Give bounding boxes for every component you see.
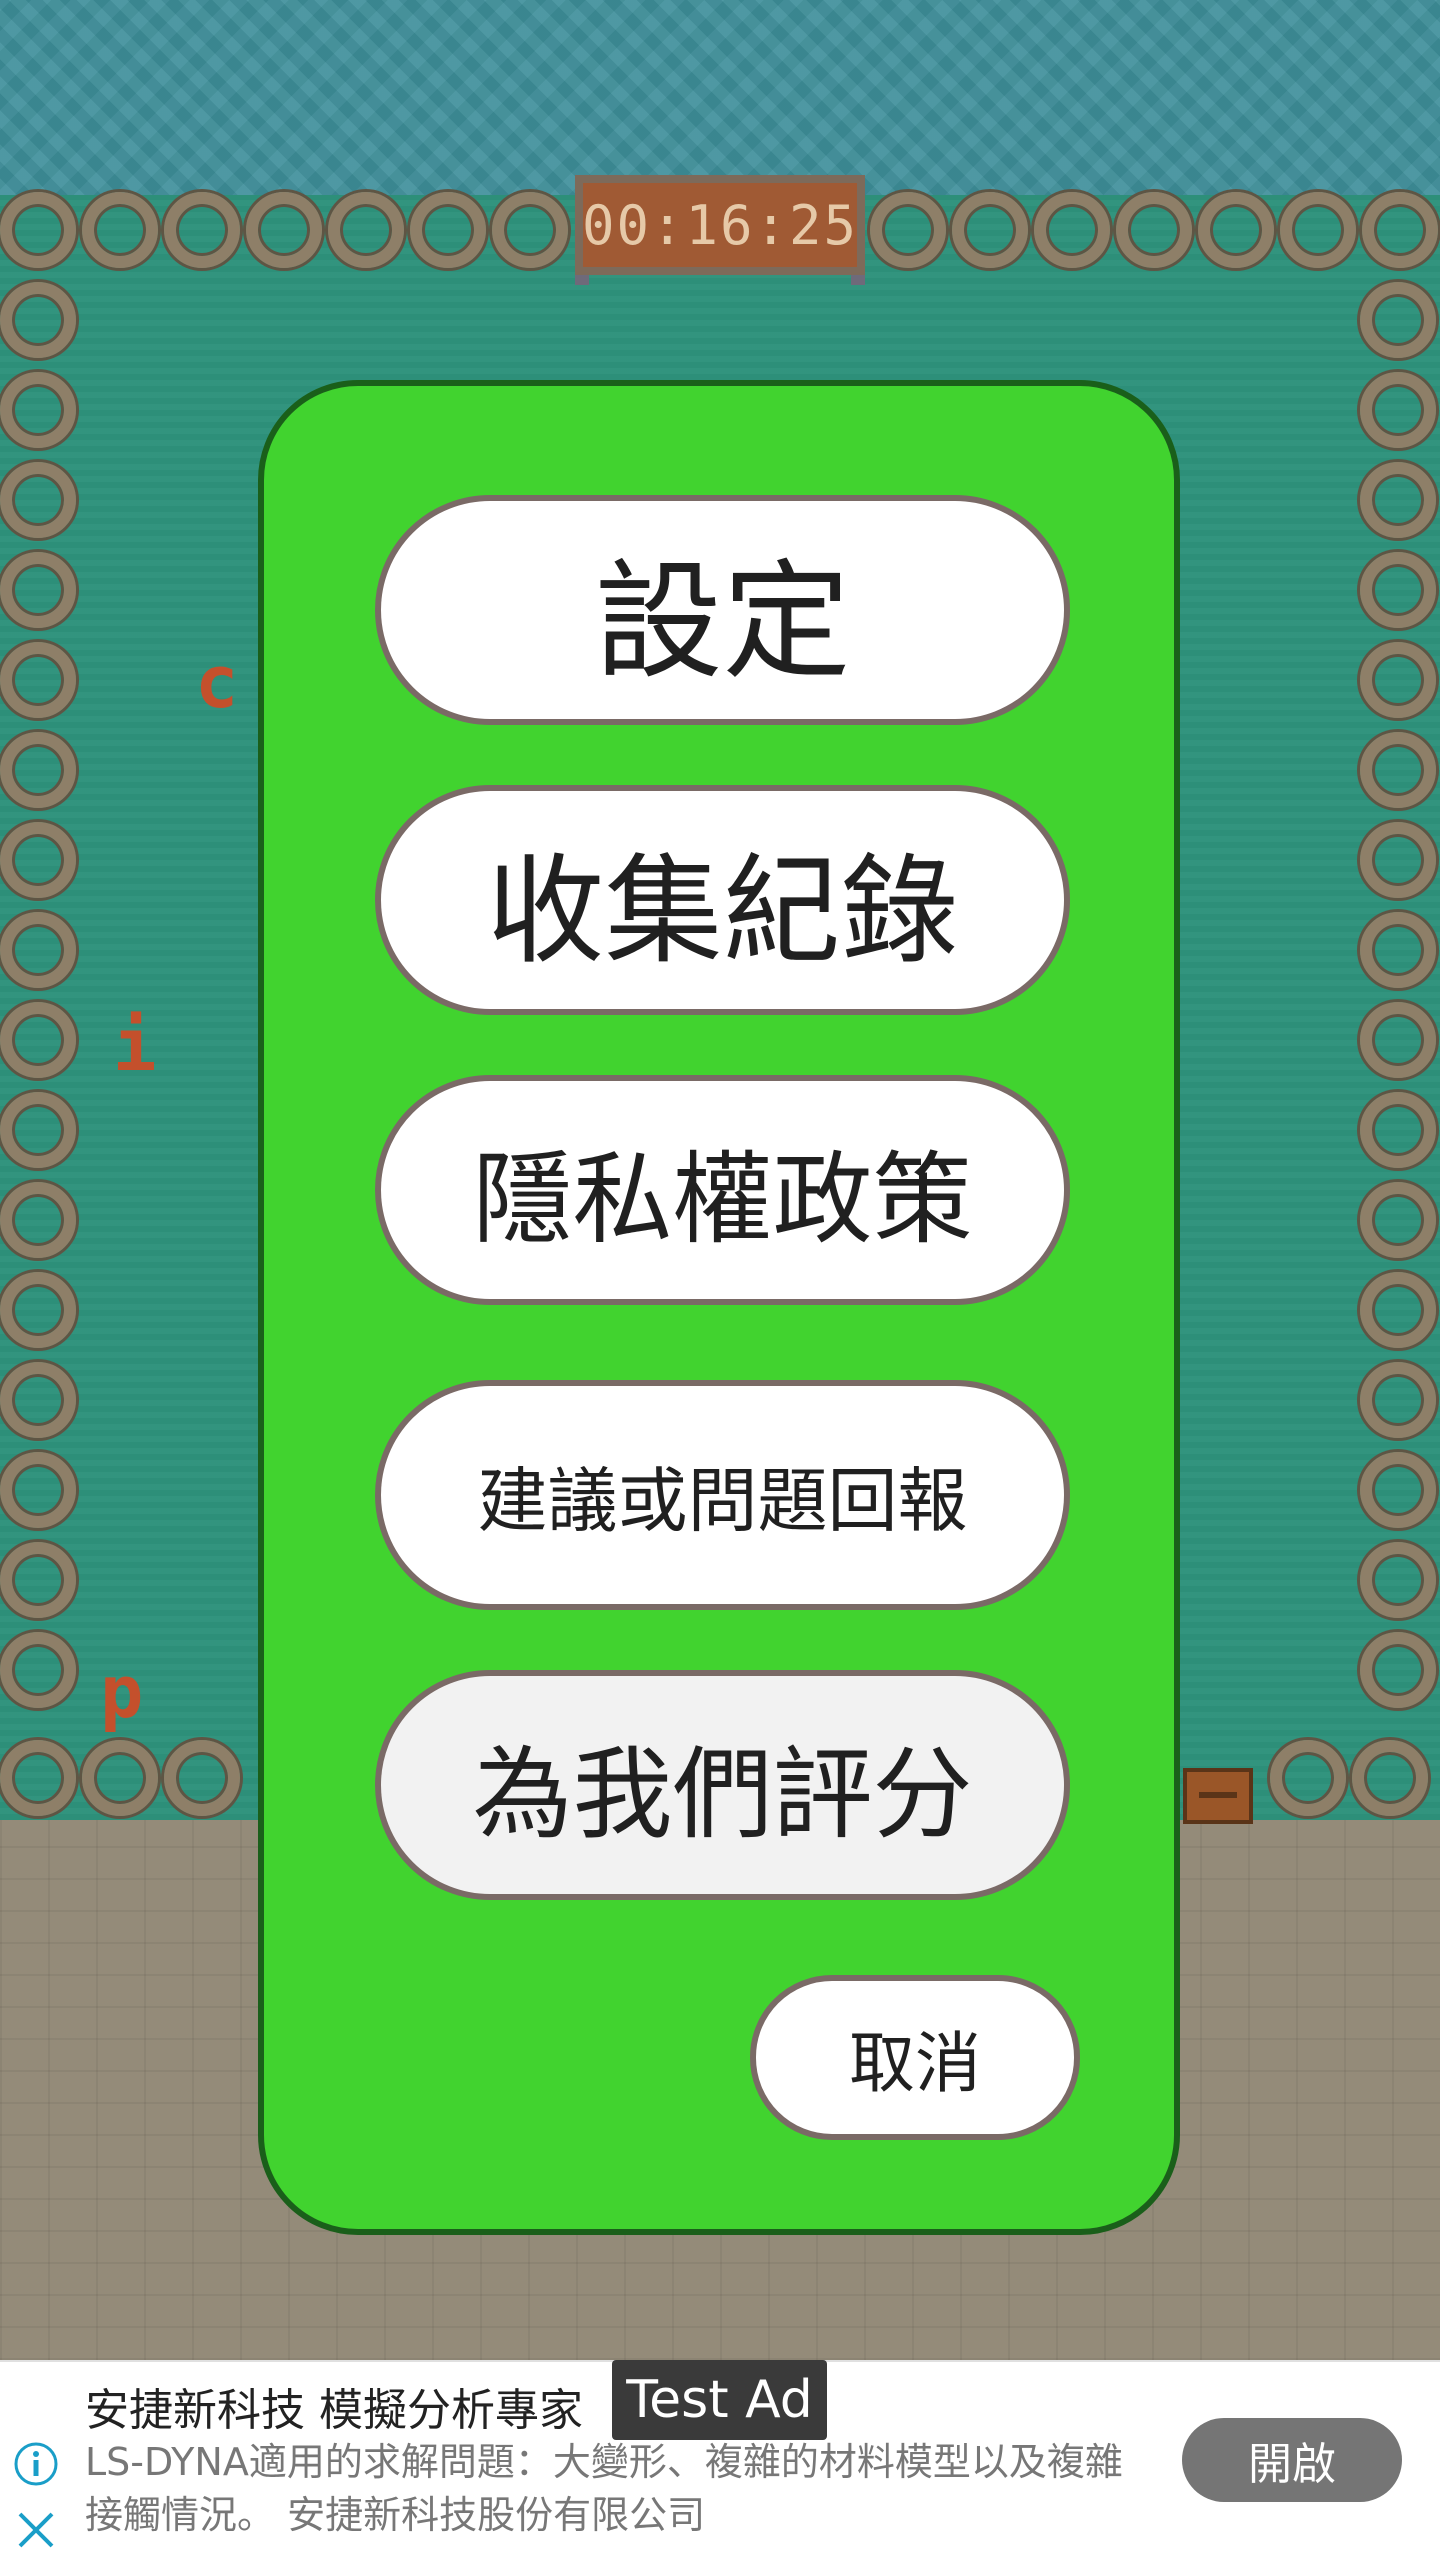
ring <box>0 642 76 718</box>
ring-fence-bottom-right <box>1270 1740 1428 1816</box>
ring <box>328 192 404 268</box>
ring-fence-bottom-left <box>0 1740 240 1816</box>
privacy-policy-button[interactable]: 隱私權政策 <box>375 1075 1070 1305</box>
ring <box>0 1632 76 1708</box>
ring-fence-left <box>0 282 76 1708</box>
treasure-chest-icon <box>1183 1768 1253 1824</box>
ring <box>1360 642 1436 718</box>
ring <box>1360 912 1436 988</box>
ring <box>1198 192 1274 268</box>
timer-sign: 00:16:25 <box>575 175 865 275</box>
ring <box>0 1542 76 1618</box>
water-area <box>0 0 1440 195</box>
ad-description[interactable]: LS-DYNA適用的求解問題：大變形、複雜的材料模型以及複雜接觸情況。 安捷新科… <box>85 2436 1155 2542</box>
ring <box>0 1452 76 1528</box>
letter-tile-i: i <box>113 1003 157 1087</box>
ring <box>1360 1452 1436 1528</box>
ring-fence-top-right <box>870 192 1438 268</box>
ad-open-button-label: 開啟 <box>1248 2439 1336 2490</box>
ad-open-button[interactable]: 開啟 <box>1182 2418 1402 2502</box>
ring <box>164 192 240 268</box>
ring <box>1360 1542 1436 1618</box>
ring <box>0 1002 76 1078</box>
ring-fence-right <box>1360 282 1436 1708</box>
ring <box>1360 1002 1436 1078</box>
info-icon[interactable] <box>12 2440 60 2488</box>
cancel-button-label: 取消 <box>849 2024 981 2102</box>
ring <box>0 822 76 898</box>
ring <box>952 192 1028 268</box>
ring <box>0 1272 76 1348</box>
timer-text: 00:16:25 <box>581 193 859 257</box>
close-icon[interactable] <box>12 2506 60 2554</box>
ring <box>0 1092 76 1168</box>
ring <box>1270 1740 1346 1816</box>
test-ad-badge: Test Ad <box>612 2360 827 2440</box>
feedback-button[interactable]: 建議或問題回報 <box>375 1380 1070 1610</box>
ring <box>1360 282 1436 358</box>
ring <box>1034 192 1110 268</box>
ring <box>82 192 158 268</box>
test-ad-badge-label: Test Ad <box>626 2370 813 2430</box>
ring <box>1360 552 1436 628</box>
ring <box>410 192 486 268</box>
ad-title[interactable]: 安捷新科技 模擬分析專家 <box>85 2374 583 2438</box>
letter-tile-p: p <box>100 1650 144 1734</box>
settings-button-label: 設定 <box>594 547 851 697</box>
letter-tile-c: c <box>195 640 239 724</box>
ring <box>1360 1632 1436 1708</box>
collection-record-button[interactable]: 收集紀錄 <box>375 785 1070 1015</box>
feedback-button-label: 建議或問題回報 <box>477 1459 968 1542</box>
ring <box>164 1740 240 1816</box>
collection-record-button-label: 收集紀錄 <box>486 841 959 980</box>
ring <box>1352 1740 1428 1816</box>
ring <box>0 732 76 808</box>
ring <box>1280 192 1356 268</box>
ring <box>1362 192 1438 268</box>
ring <box>0 1182 76 1258</box>
ring <box>1360 1182 1436 1258</box>
ring <box>1360 822 1436 898</box>
ring <box>1360 1092 1436 1168</box>
rate-us-button-label: 為我們評分 <box>472 1735 973 1853</box>
ring <box>0 462 76 538</box>
ring <box>0 372 76 448</box>
ring <box>0 282 76 358</box>
ring-fence-top-left <box>0 192 568 268</box>
ring <box>0 912 76 988</box>
ring <box>0 1362 76 1438</box>
settings-button[interactable]: 設定 <box>375 495 1070 725</box>
ring <box>1360 732 1436 808</box>
ring <box>870 192 946 268</box>
cancel-button[interactable]: 取消 <box>750 1975 1080 2140</box>
ring <box>0 192 76 268</box>
ring <box>0 552 76 628</box>
ring <box>0 1740 76 1816</box>
ring <box>82 1740 158 1816</box>
rate-us-button[interactable]: 為我們評分 <box>375 1670 1070 1900</box>
ring <box>1360 462 1436 538</box>
ring <box>1116 192 1192 268</box>
ring <box>1360 1272 1436 1348</box>
ring <box>492 192 568 268</box>
ring <box>246 192 322 268</box>
privacy-policy-button-label: 隱私權政策 <box>472 1140 973 1258</box>
ring <box>1360 1362 1436 1438</box>
game-screen: 00:16:25 c i p 設定 收集紀錄 隱私權政策 建議或問題回報 為我們… <box>0 0 1440 2560</box>
ring <box>1360 372 1436 448</box>
